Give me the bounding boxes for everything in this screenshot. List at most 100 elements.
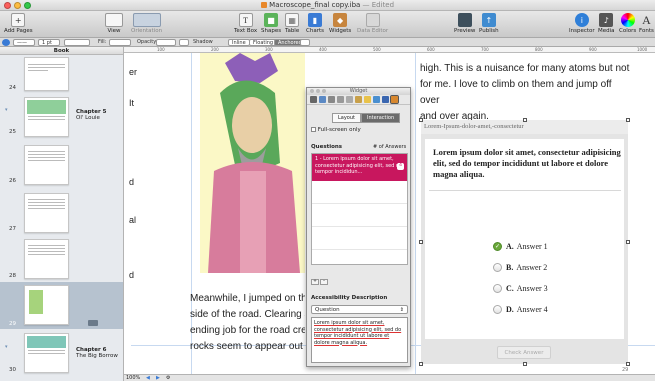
metrics-tab-icon[interactable] bbox=[355, 96, 362, 103]
preview-button[interactable]: Preview bbox=[454, 13, 475, 34]
body-text-bottom[interactable]: Meanwhile, I jumped on the side of the r… bbox=[190, 291, 305, 355]
page-thumbnail-26[interactable] bbox=[24, 145, 69, 185]
chapter-6-title: The Big Borrow bbox=[76, 353, 118, 359]
ruler-tick: 800 bbox=[535, 47, 543, 52]
colors-button[interactable]: Colors bbox=[619, 13, 636, 34]
text-tab-icon[interactable] bbox=[337, 96, 344, 103]
layout-tab-icon[interactable] bbox=[319, 96, 326, 103]
selection-handle[interactable] bbox=[626, 240, 630, 244]
answer-count-stepper[interactable]: 4 bbox=[397, 163, 404, 170]
document-name: Macroscope_final copy.iba bbox=[269, 1, 361, 9]
page-thumbnail-28[interactable] bbox=[24, 239, 69, 279]
page-number-30: 30 bbox=[9, 367, 16, 373]
text-fragment: al bbox=[129, 215, 137, 225]
inspector-button[interactable]: i Inspector bbox=[569, 13, 595, 34]
tab-layout[interactable]: Layout bbox=[332, 113, 361, 123]
stroke-width-field[interactable]: 1 pt bbox=[38, 39, 60, 46]
publish-label: Publish bbox=[479, 28, 499, 34]
page-number: 29 bbox=[622, 367, 629, 373]
wrap-button[interactable] bbox=[300, 39, 310, 46]
fullscreen-option[interactable]: Full-screen only bbox=[311, 127, 361, 133]
next-page-icon[interactable]: ▶ bbox=[156, 375, 160, 381]
text-box-button[interactable]: T Text Box bbox=[234, 13, 257, 34]
page-thumbnail-25[interactable] bbox=[24, 97, 69, 137]
data-editor-button[interactable]: Data Editor bbox=[357, 13, 388, 34]
answer-option-a[interactable]: ✓ A. Answer 1 bbox=[493, 242, 548, 251]
fonts-button[interactable]: A Fonts bbox=[639, 13, 654, 35]
table-button[interactable]: ▦ Table bbox=[285, 13, 299, 34]
orientation-button[interactable]: Orientation bbox=[131, 13, 162, 34]
selection-handle[interactable] bbox=[626, 118, 630, 122]
disclosure-triangle-icon[interactable]: ▾ bbox=[5, 344, 8, 350]
zoom-level-select[interactable]: 100% bbox=[126, 375, 140, 381]
zoom-button[interactable] bbox=[322, 89, 326, 93]
widget-tab-icon[interactable] bbox=[390, 95, 399, 104]
selection-handle[interactable] bbox=[523, 118, 527, 122]
colors-label: Colors bbox=[619, 28, 637, 34]
page-options-button[interactable] bbox=[88, 320, 98, 326]
answer-option-d[interactable]: D. Answer 4 bbox=[493, 305, 548, 314]
color-wheel-icon bbox=[620, 13, 635, 27]
chart-tab-icon[interactable] bbox=[373, 96, 380, 103]
question-row-selected[interactable]: 1 - Lorem ipsum dolor sit amet, consecte… bbox=[312, 154, 407, 181]
previous-page-icon[interactable]: ◀ bbox=[146, 375, 150, 381]
stroke-style-select[interactable]: —— bbox=[13, 39, 35, 46]
table-tab-icon[interactable] bbox=[364, 96, 371, 103]
page-thumbnail-27[interactable] bbox=[24, 193, 69, 233]
disclosure-triangle-icon[interactable]: ▾ bbox=[5, 107, 8, 113]
selection-handle[interactable] bbox=[626, 362, 630, 366]
check-answer-button[interactable]: Check Answer bbox=[497, 346, 551, 359]
body-text-top[interactable]: high. This is a nuisance for many atoms … bbox=[420, 61, 630, 125]
radio-button-icon bbox=[493, 305, 502, 314]
fill-color-well[interactable] bbox=[109, 39, 131, 46]
selection-handle[interactable] bbox=[419, 240, 423, 244]
question-card: Lorem ipsum dolor sit amet, consectetur … bbox=[425, 139, 624, 339]
inline-button[interactable]: Inline bbox=[228, 39, 250, 46]
remove-question-button[interactable]: – bbox=[320, 279, 328, 285]
document-tab-icon[interactable] bbox=[310, 96, 317, 103]
page-thumbnail-29[interactable] bbox=[24, 285, 69, 325]
graphic-tab-icon[interactable] bbox=[346, 96, 353, 103]
review-widget[interactable]: Lorem-Ipsum-dolor-amet,-consectetur Lore… bbox=[421, 120, 628, 364]
back-arrow-icon[interactable] bbox=[2, 39, 10, 46]
stroke-color-well[interactable] bbox=[64, 39, 90, 46]
accessibility-description-field[interactable]: Lorem ipsum dolor sit amet, consectetur … bbox=[311, 317, 408, 363]
questions-list[interactable]: 1 - Lorem ipsum dolor sit amet, consecte… bbox=[311, 153, 408, 265]
publish-button[interactable]: ↑ Publish bbox=[479, 13, 499, 34]
answer-letter: C. bbox=[506, 284, 514, 293]
illustration-image[interactable] bbox=[200, 53, 305, 273]
answer-option-b[interactable]: B. Answer 2 bbox=[493, 263, 547, 272]
gear-icon[interactable]: ⚙ bbox=[166, 375, 170, 381]
selection-handle[interactable] bbox=[523, 362, 527, 366]
opacity-slider[interactable] bbox=[156, 39, 176, 46]
checkbox[interactable] bbox=[311, 127, 316, 132]
page-thumbnail-24[interactable] bbox=[24, 57, 69, 91]
add-pages-button[interactable]: + Add Pages bbox=[4, 13, 33, 34]
close-button[interactable] bbox=[310, 89, 314, 93]
shadow-checkbox[interactable]: Shadow bbox=[193, 39, 213, 46]
page-number-26: 26 bbox=[9, 178, 16, 184]
main-toolbar: + Add Pages View Orientation T Text Box … bbox=[0, 11, 655, 38]
add-pages-label: Add Pages bbox=[4, 28, 33, 34]
wrap-tab-icon[interactable] bbox=[328, 96, 335, 103]
floating-button[interactable]: Floating bbox=[249, 39, 278, 46]
chapter-5-label: Chapter 5 Ol' Louie bbox=[76, 109, 106, 121]
add-question-button[interactable]: + bbox=[311, 279, 319, 285]
answer-option-c[interactable]: C. Answer 3 bbox=[493, 284, 548, 293]
selection-handle[interactable] bbox=[419, 118, 423, 122]
opacity-field[interactable] bbox=[179, 39, 189, 46]
charts-button[interactable]: ▮ Charts bbox=[306, 13, 324, 34]
selection-handle[interactable] bbox=[419, 362, 423, 366]
minimize-button[interactable] bbox=[316, 89, 320, 93]
tab-interaction[interactable]: Interaction bbox=[361, 113, 401, 123]
question-list-controls: + – bbox=[311, 279, 328, 285]
accessibility-target-select[interactable]: Question ⇕ bbox=[311, 305, 408, 314]
ruler-tick: 300 bbox=[265, 47, 273, 52]
media-button[interactable]: ♪ Media bbox=[598, 13, 615, 34]
view-button[interactable]: View bbox=[105, 13, 123, 34]
shapes-button[interactable]: ■ Shapes bbox=[261, 13, 281, 34]
page-thumbnail-30[interactable] bbox=[24, 333, 69, 373]
link-tab-icon[interactable] bbox=[382, 96, 389, 103]
widgets-button[interactable]: ◆ Widgets bbox=[329, 13, 351, 34]
list-divider bbox=[312, 203, 407, 204]
